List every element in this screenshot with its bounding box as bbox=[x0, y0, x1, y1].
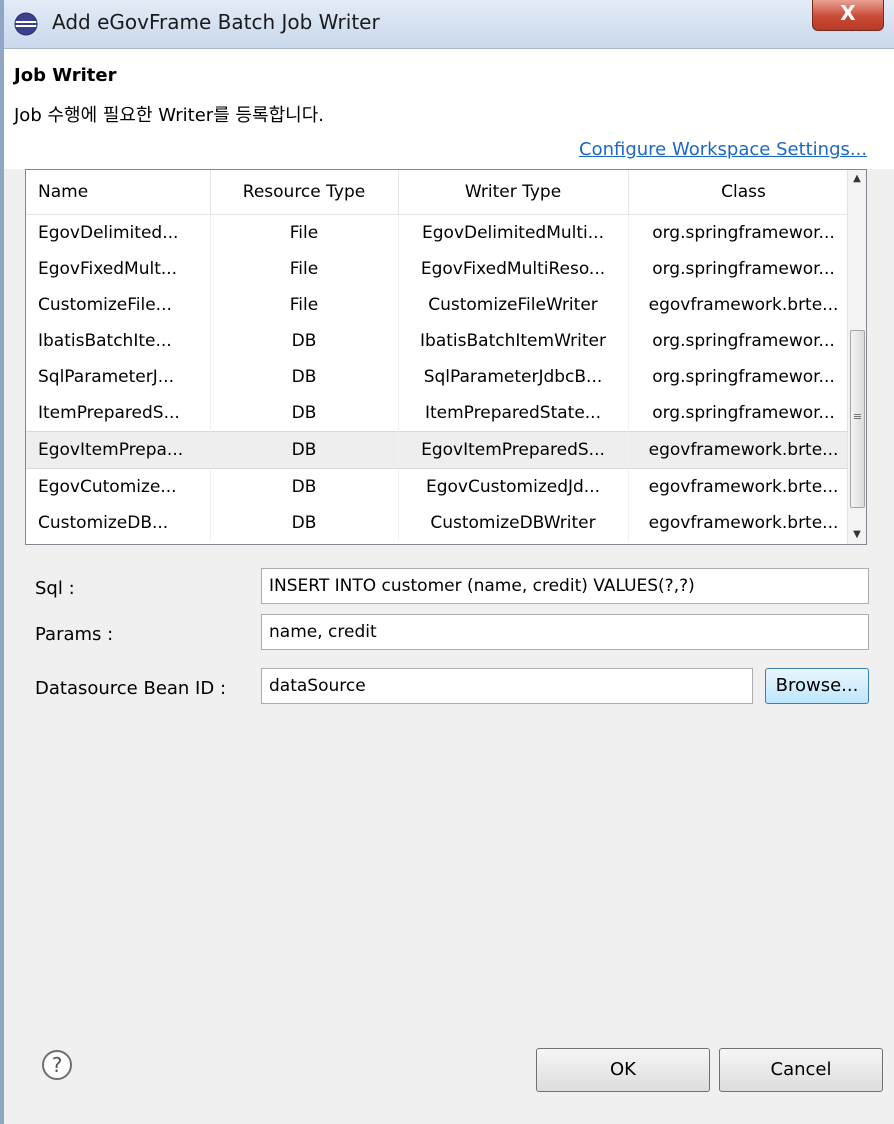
cell-resource-type: DB bbox=[210, 505, 399, 541]
cell-resource-type: DB bbox=[210, 359, 399, 395]
column-header-class[interactable]: Class bbox=[628, 170, 860, 215]
table-row[interactable]: SqlParameterJ... DB SqlParameterJdbcB...… bbox=[26, 359, 860, 395]
cell-name: IbatisBatchIte... bbox=[26, 323, 211, 359]
cell-name: CustomizeFile... bbox=[26, 287, 211, 323]
cell-class: egovframework.brte... bbox=[628, 287, 860, 323]
help-symbol: ? bbox=[51, 1053, 63, 1077]
configure-workspace-settings-link[interactable]: Configure Workspace Settings... bbox=[579, 139, 867, 160]
params-input[interactable] bbox=[261, 614, 869, 650]
sql-input[interactable] bbox=[261, 568, 869, 604]
table-row[interactable]: EgovCutomize... DB EgovCustomizedJd... e… bbox=[26, 468, 860, 505]
params-label: Params : bbox=[35, 624, 114, 645]
cell-writer-type: EgovItemPreparedS... bbox=[398, 431, 629, 469]
window-title: Add eGovFrame Batch Job Writer bbox=[52, 10, 380, 34]
ok-button-label: OK bbox=[610, 1059, 636, 1080]
cell-name: CustomizeDB... bbox=[26, 505, 211, 541]
close-button[interactable]: X bbox=[812, 0, 884, 31]
cell-writer-type: EgovFixedMultiReso... bbox=[398, 251, 629, 287]
cell-writer-type: IbatisBatchItemWriter bbox=[398, 323, 629, 359]
cancel-button[interactable]: Cancel bbox=[719, 1048, 883, 1092]
cell-name: EgovCutomize... bbox=[26, 468, 211, 505]
scroll-thumb[interactable]: ≡ bbox=[850, 330, 865, 508]
scroll-grip-icon: ≡ bbox=[852, 410, 863, 423]
table-header-row: Name Resource Type Writer Type Class bbox=[26, 170, 860, 215]
datasource-bean-id-input[interactable] bbox=[261, 668, 753, 704]
cell-class: org.springframewor... bbox=[628, 359, 860, 395]
table-vertical-scrollbar[interactable]: ▲ ≡ ▼ bbox=[847, 170, 866, 544]
writer-table[interactable]: Name Resource Type Writer Type Class Ego… bbox=[25, 169, 867, 545]
cell-class: egovframework.brte... bbox=[628, 468, 860, 505]
sql-label: Sql : bbox=[35, 578, 75, 599]
cell-class: egovframework.brte... bbox=[628, 505, 860, 541]
column-header-writer-type[interactable]: Writer Type bbox=[398, 170, 629, 215]
cell-class: org.springframewor... bbox=[628, 214, 860, 251]
table-row-selected[interactable]: EgovItemPrepa... DB EgovItemPreparedS...… bbox=[26, 431, 860, 469]
cell-writer-type: EgovCustomizedJd... bbox=[398, 468, 629, 505]
cell-resource-type: DB bbox=[210, 468, 399, 505]
cell-resource-type: DB bbox=[210, 323, 399, 359]
close-icon: X bbox=[840, 1, 856, 25]
scroll-up-arrow-icon[interactable]: ▲ bbox=[848, 170, 866, 188]
column-header-resource-type[interactable]: Resource Type bbox=[210, 170, 399, 215]
cell-writer-type: CustomizeDBWriter bbox=[398, 505, 629, 541]
table-row[interactable]: CustomizeDB... DB CustomizeDBWriter egov… bbox=[26, 505, 860, 541]
table-row[interactable]: IbatisBatchIte... DB IbatisBatchItemWrit… bbox=[26, 323, 860, 359]
table-row[interactable]: EgovFixedMult... File EgovFixedMultiReso… bbox=[26, 251, 860, 287]
cell-resource-type: File bbox=[210, 251, 399, 287]
cancel-button-label: Cancel bbox=[770, 1059, 832, 1080]
cell-resource-type: DB bbox=[210, 395, 399, 432]
table-row[interactable]: CustomizeFile... File CustomizeFileWrite… bbox=[26, 287, 860, 323]
cell-class: org.springframewor... bbox=[628, 395, 860, 432]
help-icon[interactable]: ? bbox=[42, 1050, 72, 1080]
browse-button[interactable]: Browse... bbox=[765, 668, 869, 704]
cell-name: EgovDelimited... bbox=[26, 214, 211, 251]
dialog-header: Job Writer Job 수행에 필요한 Writer를 등록합니다. Co… bbox=[4, 49, 894, 169]
page-title: Job Writer bbox=[14, 65, 117, 86]
datasource-bean-id-label: Datasource Bean ID : bbox=[35, 678, 227, 699]
cell-name: EgovItemPrepa... bbox=[26, 431, 211, 469]
cell-writer-type: ItemPreparedState... bbox=[398, 395, 629, 432]
cell-class: org.springframewor... bbox=[628, 251, 860, 287]
writer-table-grid: Name Resource Type Writer Type Class Ego… bbox=[26, 170, 860, 541]
column-header-name[interactable]: Name bbox=[26, 170, 211, 215]
cell-class: egovframework.brte... bbox=[628, 431, 860, 469]
page-description: Job 수행에 필요한 Writer를 등록합니다. bbox=[14, 105, 324, 126]
eclipse-icon bbox=[14, 12, 38, 36]
table-row[interactable]: ItemPreparedS... DB ItemPreparedState...… bbox=[26, 395, 860, 432]
cell-resource-type: File bbox=[210, 214, 399, 251]
cell-writer-type: SqlParameterJdbcB... bbox=[398, 359, 629, 395]
cell-name: EgovFixedMult... bbox=[26, 251, 211, 287]
cell-writer-type: CustomizeFileWriter bbox=[398, 287, 629, 323]
cell-writer-type: EgovDelimitedMulti... bbox=[398, 214, 629, 251]
cell-name: SqlParameterJ... bbox=[26, 359, 211, 395]
browse-button-label: Browse... bbox=[775, 675, 859, 696]
cell-resource-type: DB bbox=[210, 431, 399, 469]
cell-name: ItemPreparedS... bbox=[26, 395, 211, 432]
title-bar[interactable]: Add eGovFrame Batch Job Writer X bbox=[4, 0, 894, 49]
ok-button[interactable]: OK bbox=[536, 1048, 710, 1092]
scroll-down-arrow-icon[interactable]: ▼ bbox=[848, 526, 866, 544]
dialog-window: Add eGovFrame Batch Job Writer X Job Wri… bbox=[0, 0, 894, 1124]
table-row[interactable]: EgovDelimited... File EgovDelimitedMulti… bbox=[26, 214, 860, 251]
cell-resource-type: File bbox=[210, 287, 399, 323]
cell-class: org.springframewor... bbox=[628, 323, 860, 359]
